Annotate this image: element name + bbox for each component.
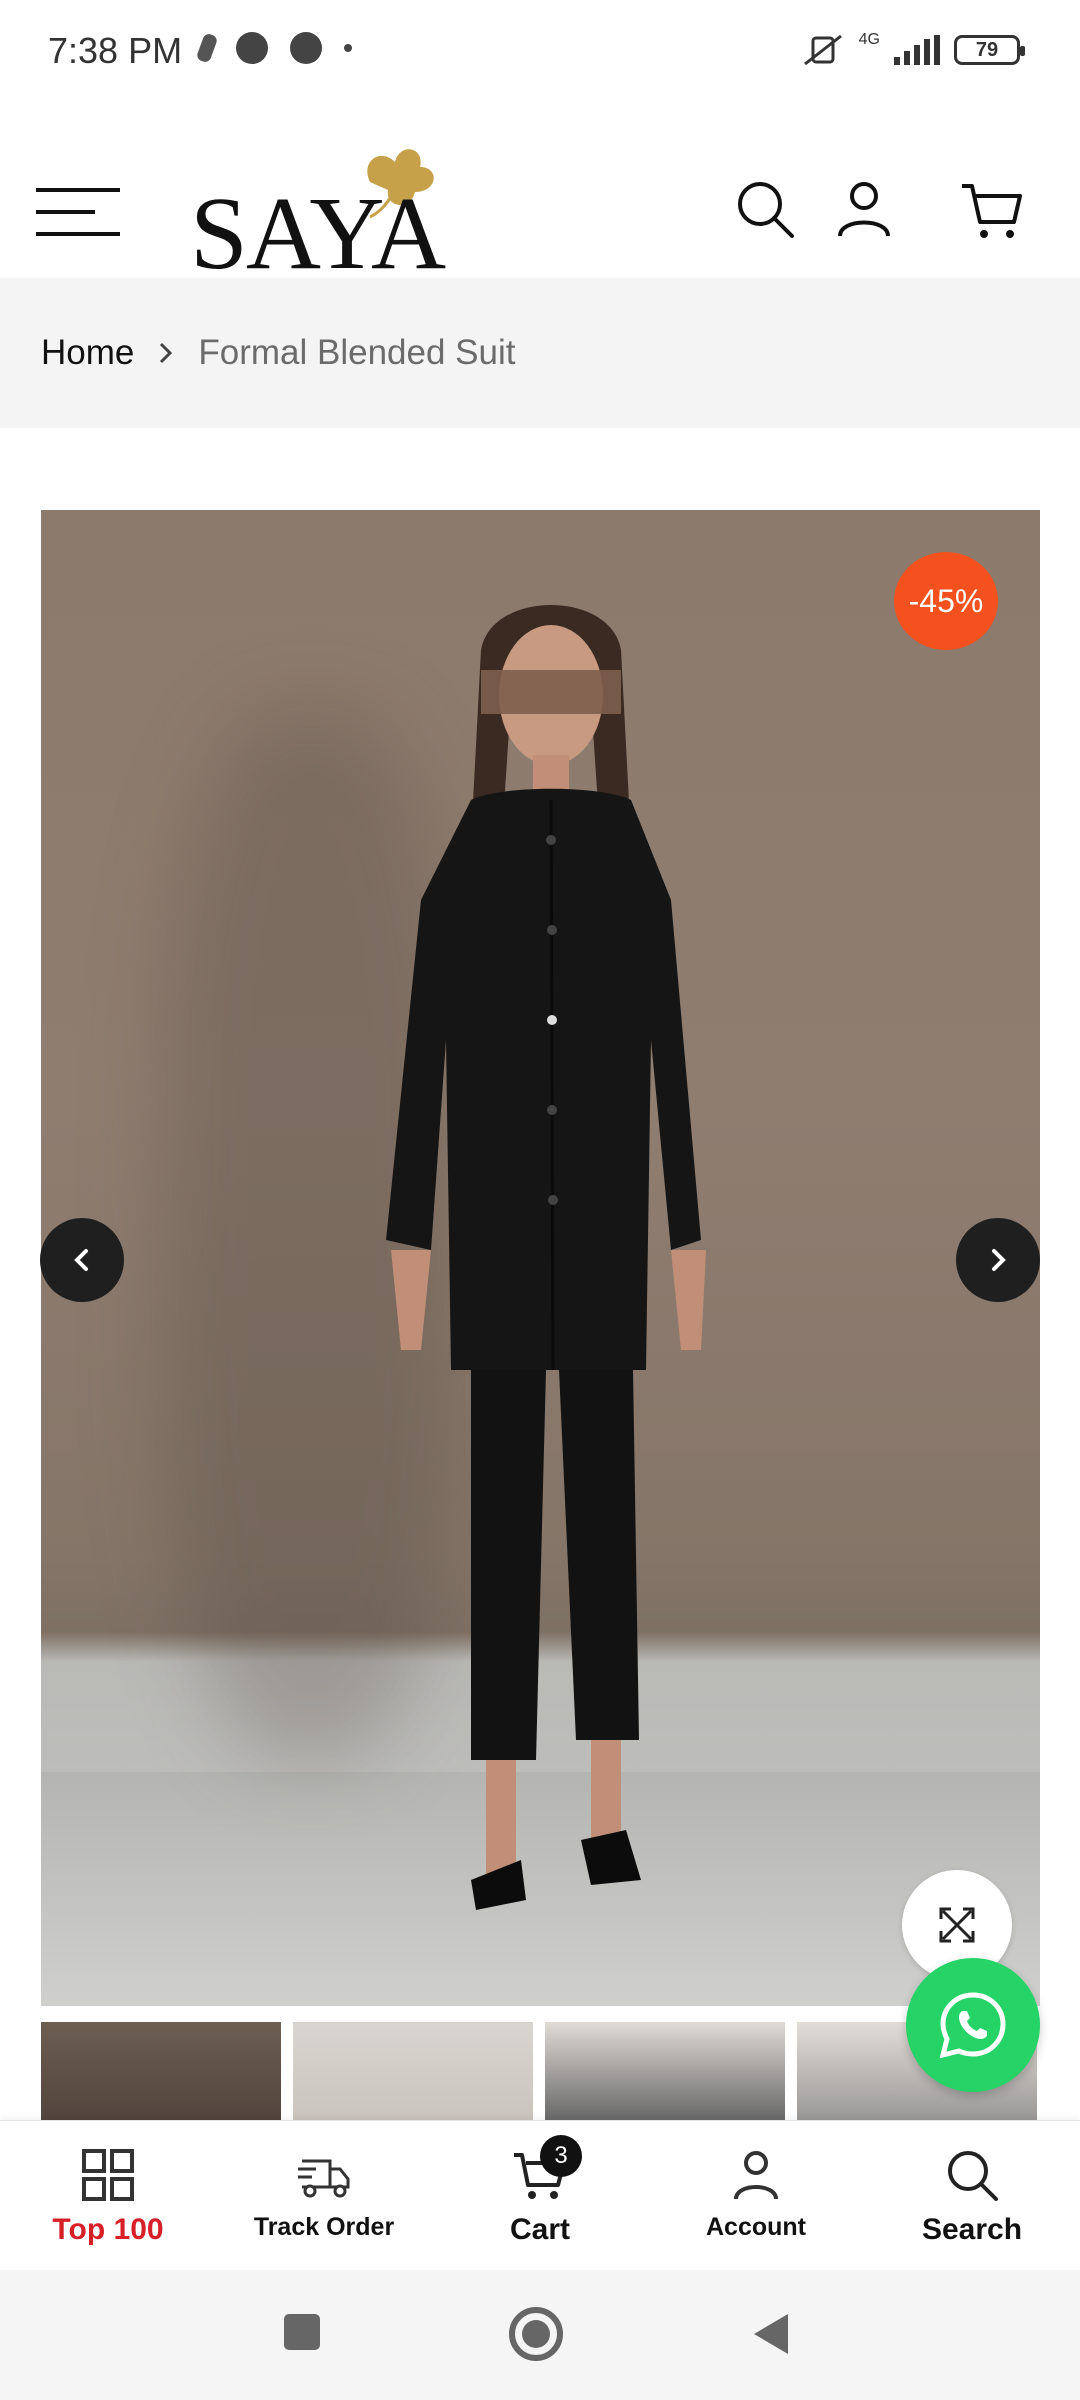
breadcrumb: Home Formal Blended Suit	[0, 278, 1080, 428]
site-header: SAYA	[0, 100, 1080, 286]
chrome-icon	[290, 32, 322, 64]
status-indicators: 4G 79	[801, 31, 1025, 68]
nav-label: Account	[706, 2213, 806, 2241]
nav-search[interactable]: Search	[864, 2121, 1080, 2270]
cart-icon[interactable]	[960, 178, 1024, 242]
status-bar: 7:38 PM 4G 79	[0, 0, 1080, 100]
next-image-button[interactable]	[956, 1218, 1040, 1302]
cart-count-badge: 3	[540, 2135, 582, 2177]
model-figure	[386, 605, 706, 1910]
notification-icon	[195, 32, 219, 64]
product-image[interactable]	[41, 510, 1040, 2006]
discount-badge: -45%	[894, 552, 998, 650]
truck-icon	[298, 2159, 350, 2198]
previous-image-button[interactable]	[40, 1218, 124, 1302]
back-icon[interactable]	[748, 2310, 792, 2358]
recent-apps-icon[interactable]	[280, 2310, 324, 2354]
chevron-right-icon	[160, 342, 173, 364]
whatsapp-button[interactable]	[906, 1958, 1040, 2092]
nav-label: Top 100	[52, 2213, 164, 2246]
system-nav-bar	[0, 2270, 1080, 2400]
mute-vibrate-icon	[803, 34, 842, 66]
search-icon[interactable]	[734, 178, 798, 242]
status-time: 7:38 PM	[48, 30, 183, 71]
nav-label: Track Order	[253, 2213, 395, 2241]
battery-icon: 79	[954, 35, 1025, 65]
menu-button[interactable]	[36, 188, 120, 236]
breadcrumb-home-link[interactable]: Home	[41, 333, 134, 373]
nav-account[interactable]: Account	[648, 2121, 864, 2270]
nav-label: Cart	[509, 2213, 570, 2246]
more-dot-icon	[344, 44, 352, 52]
network-type: 4G	[858, 31, 880, 48]
thumbnail[interactable]	[41, 2022, 281, 2120]
account-icon[interactable]	[832, 178, 896, 242]
signal-icon	[894, 35, 940, 65]
nav-track-order[interactable]: Track Order	[216, 2121, 432, 2270]
home-icon[interactable]	[506, 2304, 566, 2364]
thumbnail[interactable]	[545, 2022, 785, 2120]
breadcrumb-current: Formal Blended Suit	[198, 333, 516, 372]
thumbnail-strip	[41, 2022, 1040, 2120]
search-icon	[948, 2151, 998, 2201]
expand-icon	[939, 1907, 975, 1943]
nav-label: Search	[921, 2213, 1023, 2246]
thumbnail[interactable]	[293, 2022, 533, 2120]
chrome-icon	[236, 32, 268, 64]
logo[interactable]: SAYA	[190, 149, 450, 286]
grid-icon	[82, 2149, 134, 2201]
nav-cart[interactable]: 3 Cart	[432, 2121, 648, 2270]
logo-text: SAYA	[190, 176, 446, 291]
user-icon	[734, 2151, 778, 2200]
chevron-right-icon	[992, 1249, 1006, 1271]
bottom-nav: Top 100 Track Order 3 Cart Account Searc…	[0, 2120, 1080, 2270]
nav-top-100[interactable]: Top 100	[0, 2121, 216, 2270]
whatsapp-icon	[939, 1992, 1006, 2059]
notification-icons	[195, 32, 352, 64]
chevron-left-icon	[74, 1249, 88, 1271]
